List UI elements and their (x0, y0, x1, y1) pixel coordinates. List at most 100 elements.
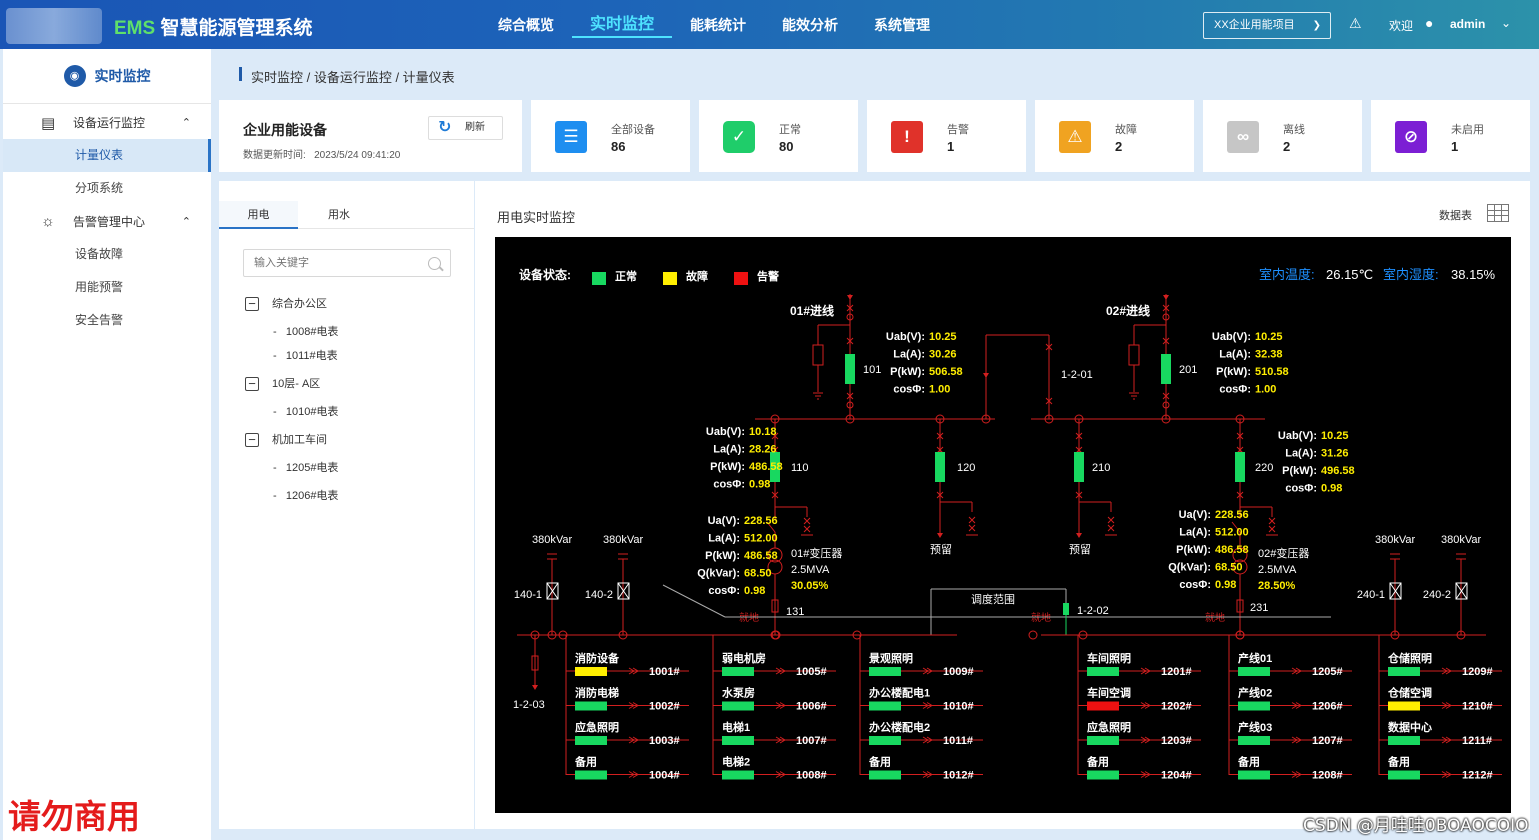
feeder-name: 应急照明 (575, 720, 619, 734)
chevron-up-icon: ⌃ (181, 117, 191, 129)
capacitor-switch-label: 240-2 (1423, 589, 1451, 601)
table-icon[interactable] (1487, 204, 1509, 222)
feeder-status-bar (1388, 736, 1420, 745)
tab-electricity[interactable]: 用电 (219, 201, 298, 229)
feeder-name: 电梯2 (722, 755, 750, 769)
incoming-breaker (1161, 354, 1171, 384)
collapse-icon[interactable]: − (245, 433, 259, 448)
tree-node-office[interactable]: − 综合办公区 (245, 295, 327, 312)
feeder-status-bar (1087, 770, 1119, 780)
sidebar-group-device-monitor[interactable]: ▤ 设备运行监控 ⌃ (3, 106, 211, 139)
stat-card-all[interactable]: ☰ 全部设备 86 (531, 100, 690, 172)
tree-leaf[interactable]: - 1011#电表 (273, 347, 338, 363)
meter-value: 496.58 (1321, 465, 1355, 477)
sidebar-group-alarm-center[interactable]: ☼ 告警管理中心 ⌃ (3, 205, 211, 238)
tree-leaf[interactable]: - 1205#电表 (273, 459, 338, 475)
sidebar-item-meters[interactable]: 计量仪表 (3, 139, 211, 172)
username[interactable]: admin (1450, 17, 1485, 31)
meter-label: La(A): (1179, 527, 1211, 539)
capacitor-label: 380kVar (603, 534, 643, 546)
meter-value: 68.50 (744, 568, 772, 580)
tree-leaf[interactable]: - 1010#电表 (273, 403, 338, 419)
stat-card-normal[interactable]: ✓ 正常 80 (699, 100, 858, 172)
feeder-name: 备用 (868, 755, 891, 769)
project-select[interactable]: XX企业用能项目 ❯ (1203, 12, 1331, 39)
monitor-icon: ◉ (63, 65, 86, 87)
meter-label: cosΦ: (713, 479, 745, 491)
stat-card-alarm[interactable]: ! 告警 1 (867, 100, 1026, 172)
panel-title: 用电实时监控 (497, 210, 576, 225)
stat-label: 告警 (947, 124, 969, 136)
disconnect-switch (803, 517, 811, 525)
search-icon[interactable] (428, 257, 441, 270)
bus-tie-breaker (1063, 603, 1069, 615)
dispatch-range-label: 调度范围 (971, 592, 1015, 606)
check-icon: ✓ (723, 121, 755, 153)
update-time: 数据更新时间: 2023/5/24 09:41:20 (243, 150, 401, 161)
meter-value: 228.56 (1215, 509, 1249, 521)
feeder-name: 消防设备 (575, 651, 620, 665)
feeder-id: 1208# (1312, 770, 1343, 782)
feeder-name: 产线01 (1238, 651, 1272, 665)
disconnect-switch (803, 525, 811, 533)
stat-card-disabled[interactable]: ⊘ 未启用 1 (1371, 100, 1530, 172)
sidebar-group-label: 告警管理中心 (73, 215, 146, 229)
meter-label: Q(kVar): (697, 568, 740, 580)
meter-label: La(A): (708, 533, 740, 545)
search-input[interactable] (243, 249, 451, 277)
feeder-name: 电梯1 (722, 720, 750, 734)
feeder-status-bar (1388, 667, 1420, 676)
feeder-status-bar (575, 736, 607, 745)
meter-label: Uab(V): (886, 331, 925, 343)
user-menu-chevron-icon[interactable]: ⌄ (1501, 16, 1511, 30)
stat-value: 1 (1451, 139, 1459, 154)
data-table-label[interactable]: 数据表 (1439, 207, 1472, 223)
nav-efficiency-analysis[interactable]: 能效分析 (764, 0, 856, 49)
legend-swatch (663, 272, 677, 285)
feeder-name: 仓储照明 (1387, 651, 1432, 665)
tab-water[interactable]: 用水 (298, 201, 380, 229)
sidebar-group-label: 设备运行监控 (73, 116, 146, 130)
nav-energy-stats[interactable]: 能耗统计 (672, 0, 764, 49)
stat-card-fault[interactable]: ⚠ 故障 2 (1035, 100, 1194, 172)
meter-value: 0.98 (1321, 483, 1342, 495)
legend-swatch (734, 272, 748, 285)
arrow-icon (847, 295, 853, 300)
tree-leaf[interactable]: - 1206#电表 (273, 487, 338, 503)
feeder-name: 景观照明 (868, 652, 913, 665)
feeder-id: 1009# (943, 666, 974, 678)
meter-label: Q(kVar): (1168, 562, 1211, 574)
disconnect-switch (1268, 525, 1276, 533)
meter-label: cosΦ: (1285, 483, 1317, 495)
collapse-icon[interactable]: − (245, 297, 259, 312)
meter-value: 28.26 (749, 444, 777, 456)
feeder-id: 1211# (1462, 735, 1492, 747)
sidebar-item-subsystems[interactable]: 分项系统 (3, 172, 211, 205)
feeder-id: 1001# (649, 666, 680, 678)
stat-value: 1 (947, 139, 955, 154)
nav-realtime-monitor[interactable]: 实时监控 (572, 0, 673, 49)
meter-value: 512.00 (1215, 527, 1249, 539)
sidebar-item-safety-alarm[interactable]: 安全告警 (3, 304, 211, 337)
refresh-button[interactable]: ↻ 刷新 (428, 116, 503, 140)
reserve-label: 预留 (1069, 543, 1091, 556)
nav-overview[interactable]: 综合概览 (480, 0, 572, 49)
sidebar-item-energy-warning[interactable]: 用能预警 (3, 271, 211, 304)
user-icon: ● (1425, 15, 1434, 31)
meter-value: 32.38 (1255, 349, 1283, 361)
tree-leaf[interactable]: - 1008#电表 (273, 323, 338, 339)
chevron-up-icon: ⌃ (181, 216, 191, 228)
incoming-breaker (845, 354, 855, 384)
nav-system-admin[interactable]: 系统管理 (856, 0, 948, 49)
node-circle (1028, 630, 1038, 640)
stat-card-offline[interactable]: ∞ 离线 2 (1203, 100, 1362, 172)
legend-label: 告警 (757, 269, 779, 283)
sidebar-item-device-fault[interactable]: 设备故障 (3, 238, 211, 271)
tree-node-workshop[interactable]: − 机加工车间 (245, 431, 327, 448)
feeder-name: 办公楼配电1 (869, 686, 930, 700)
bell-icon[interactable]: ⚠ (1349, 15, 1362, 32)
collapse-icon[interactable]: − (245, 377, 259, 392)
disconnect-switch (968, 524, 976, 532)
tree-node-floor10[interactable]: −10层- A区 (245, 375, 320, 392)
meter-label: cosΦ: (893, 384, 925, 396)
